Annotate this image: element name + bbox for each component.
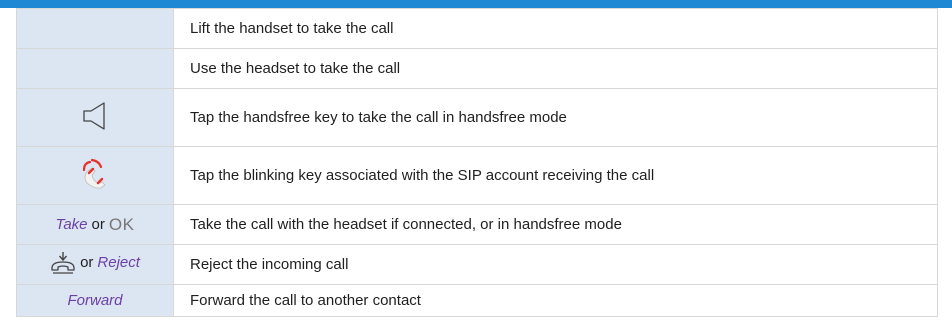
row-description: Tap the handsfree key to take the call i… <box>173 88 938 147</box>
table-row: Take or OK Take the call with the headse… <box>16 204 938 245</box>
or-text: or <box>91 216 105 233</box>
table-row: Lift the handset to take the call <box>16 8 938 49</box>
icon-cell <box>16 146 174 205</box>
table-row: Tap the blinking key associated with the… <box>16 146 938 205</box>
icon-cell: Forward <box>16 284 174 317</box>
table-row: or Reject Reject the incoming call <box>16 244 938 285</box>
reject-handset-icon <box>50 251 76 275</box>
icon-cell: or Reject <box>16 244 174 285</box>
speaker-icon <box>82 101 108 131</box>
top-accent-bar <box>0 0 952 8</box>
table-row: Tap the handsfree key to take the call i… <box>16 88 938 147</box>
hangup-or-reject: or Reject <box>50 251 140 275</box>
icon-cell-empty <box>16 8 174 49</box>
row-description: Tap the blinking key associated with the… <box>173 146 938 205</box>
forward-key: Forward <box>67 292 123 309</box>
icon-cell: Take or OK <box>16 204 174 245</box>
take-or-ok-keys: Take or OK <box>56 215 135 235</box>
ok-key: OK <box>108 214 135 234</box>
take-key: Take <box>55 216 88 233</box>
table-row: Forward Forward the call to another cont… <box>16 284 938 317</box>
row-description: Use the headset to take the call <box>173 48 938 89</box>
row-description: Forward the call to another contact <box>173 284 938 317</box>
ringing-phone-icon <box>80 158 110 190</box>
icon-cell <box>16 88 174 147</box>
or-text: or <box>80 254 94 271</box>
reject-key: Reject <box>97 254 140 271</box>
icon-cell-empty <box>16 48 174 89</box>
table-row: Use the headset to take the call <box>16 48 938 89</box>
row-description: Reject the incoming call <box>173 244 938 285</box>
row-description: Take the call with the headset if connec… <box>173 204 938 245</box>
call-actions-table: Lift the handset to take the call Use th… <box>16 8 938 317</box>
row-description: Lift the handset to take the call <box>173 8 938 49</box>
